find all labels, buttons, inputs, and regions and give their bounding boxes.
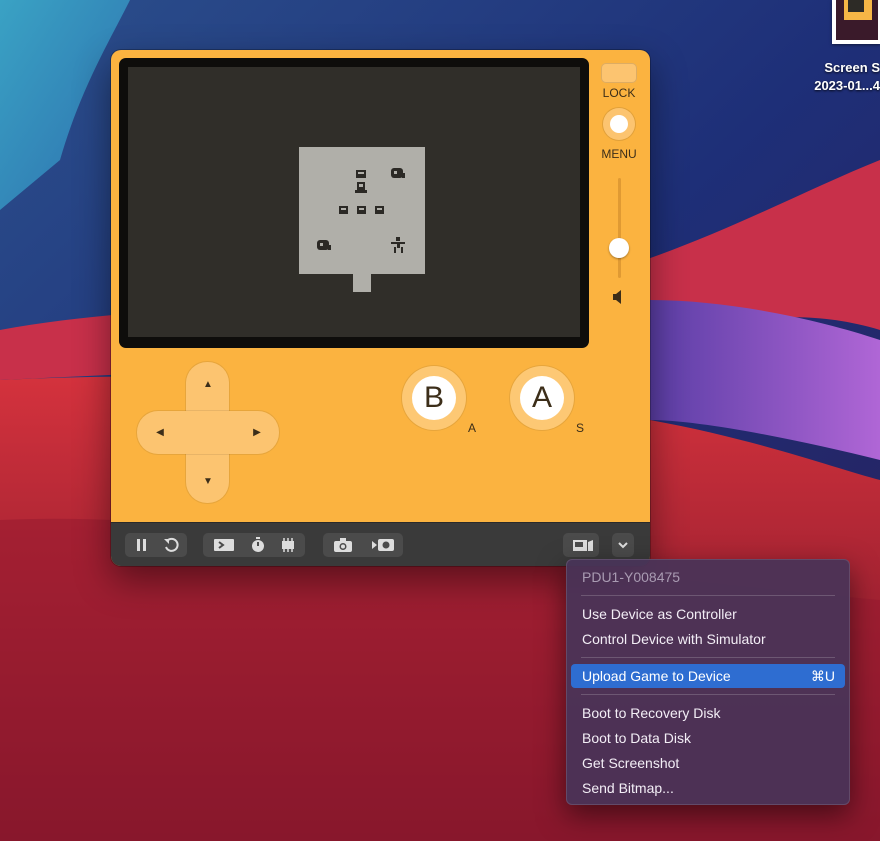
- device-group: [563, 533, 599, 557]
- game-room: [299, 147, 425, 274]
- menu-separator: [581, 694, 835, 695]
- dpad-up-button[interactable]: ▲: [201, 379, 215, 391]
- b-button-label: B: [412, 376, 456, 420]
- menu-item-control-device-with-simulator[interactable]: Control Device with Simulator: [571, 627, 845, 651]
- menu-item-get-screenshot[interactable]: Get Screenshot: [571, 751, 845, 775]
- file-label-line1: Screen S: [824, 60, 880, 75]
- screenshot-button[interactable]: [329, 533, 355, 557]
- console-icon: [214, 539, 234, 551]
- b-key-hint: A: [468, 421, 477, 435]
- volume-slider[interactable]: [618, 178, 621, 278]
- dpad-center: [186, 411, 229, 454]
- record-icon: [372, 539, 394, 551]
- menu-button[interactable]: [603, 108, 635, 140]
- a-button[interactable]: A: [510, 366, 574, 430]
- record-button[interactable]: [367, 533, 394, 557]
- lock-label: LOCK: [602, 86, 636, 100]
- critter-sprite: [317, 240, 331, 250]
- capture-group: [323, 533, 403, 557]
- menu-separator: [581, 657, 835, 658]
- menu-item-boot-to-data-disk[interactable]: Boot to Data Disk: [571, 726, 845, 750]
- file-label-line2: 2023-01...4: [814, 78, 880, 93]
- file-thumbnail: [832, 0, 880, 44]
- simulator-window: LOCK MENU ▲ ▼ ◀ ▶ B A A S: [111, 50, 650, 566]
- menu-item-use-device-as-controller[interactable]: Use Device as Controller: [571, 602, 845, 626]
- stopwatch-button[interactable]: [245, 533, 271, 557]
- device-screen: [128, 67, 580, 337]
- device-menu: PDU1-Y008475 Use Device as Controller Co…: [566, 559, 850, 805]
- menu-item-boot-to-recovery-disk[interactable]: Boot to Recovery Disk: [571, 701, 845, 725]
- screen-bezel: [119, 58, 589, 348]
- stopwatch-icon: [252, 537, 264, 552]
- chevron-down-icon: [618, 542, 628, 549]
- critter-sprite: [391, 168, 405, 178]
- volume-slider-knob[interactable]: [609, 238, 629, 258]
- desktop-file-screenshot[interactable]: Screen S 2023-01...4: [800, 0, 880, 100]
- a-button-label: A: [520, 376, 564, 420]
- restart-icon: [164, 537, 179, 552]
- lock-button[interactable]: [601, 63, 637, 83]
- playback-group: [125, 533, 187, 557]
- dpad-left-button[interactable]: ◀: [153, 427, 167, 439]
- device-menu-toggle[interactable]: [612, 533, 634, 557]
- speaker-icon: [613, 290, 621, 304]
- pause-button[interactable]: [128, 533, 154, 557]
- dpad-down-button[interactable]: ▼: [201, 476, 215, 488]
- a-key-hint: S: [576, 421, 585, 435]
- memory-button[interactable]: [275, 533, 301, 557]
- menu-label: MENU: [601, 147, 637, 161]
- device-name-header: PDU1-Y008475: [582, 569, 681, 585]
- dpad-right-button[interactable]: ▶: [250, 427, 264, 439]
- b-button[interactable]: B: [402, 366, 466, 430]
- device-button[interactable]: [567, 533, 597, 557]
- room-doorway: [353, 273, 371, 292]
- menu-separator: [581, 595, 835, 596]
- player-sprite: [391, 237, 405, 253]
- menu-item-upload-game-to-device[interactable]: Upload Game to Device ⌘U: [571, 664, 845, 688]
- pause-icon: [137, 539, 146, 551]
- console-button[interactable]: [209, 533, 235, 557]
- debug-group: [203, 533, 305, 557]
- menu-item-send-bitmap[interactable]: Send Bitmap...: [571, 776, 845, 800]
- upload-shortcut: ⌘U: [810, 668, 835, 684]
- camera-icon: [334, 538, 352, 552]
- memory-icon: [282, 538, 294, 552]
- restart-button[interactable]: [158, 533, 184, 557]
- device-icon: [573, 540, 593, 551]
